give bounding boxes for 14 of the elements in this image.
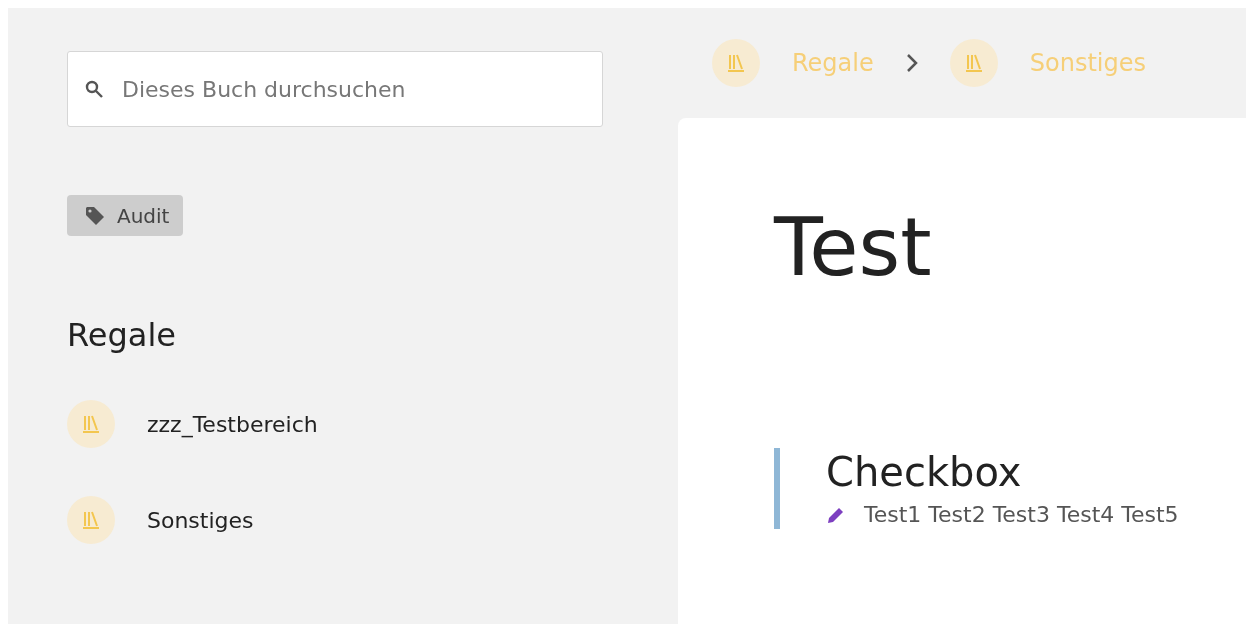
block-text: Test1 Test2 Test3 Test4 Test5 [864, 502, 1179, 527]
tag[interactable]: Audit [67, 195, 184, 236]
books-icon [81, 414, 101, 434]
section-heading: Regale [67, 316, 176, 354]
tag-icon [85, 205, 105, 226]
shelf-link[interactable]: zzz_Testbereich [67, 400, 318, 448]
books-icon [81, 510, 101, 530]
books-icon [963, 53, 984, 73]
search-field[interactable]: Dieses Buch durchsuchen [67, 51, 603, 127]
shelf-link[interactable]: Sonstiges [67, 496, 254, 544]
books-icon [726, 53, 746, 73]
block-title: Checkbox [826, 448, 1023, 496]
chevron-icon [905, 53, 918, 73]
page-title: Test [774, 208, 933, 288]
